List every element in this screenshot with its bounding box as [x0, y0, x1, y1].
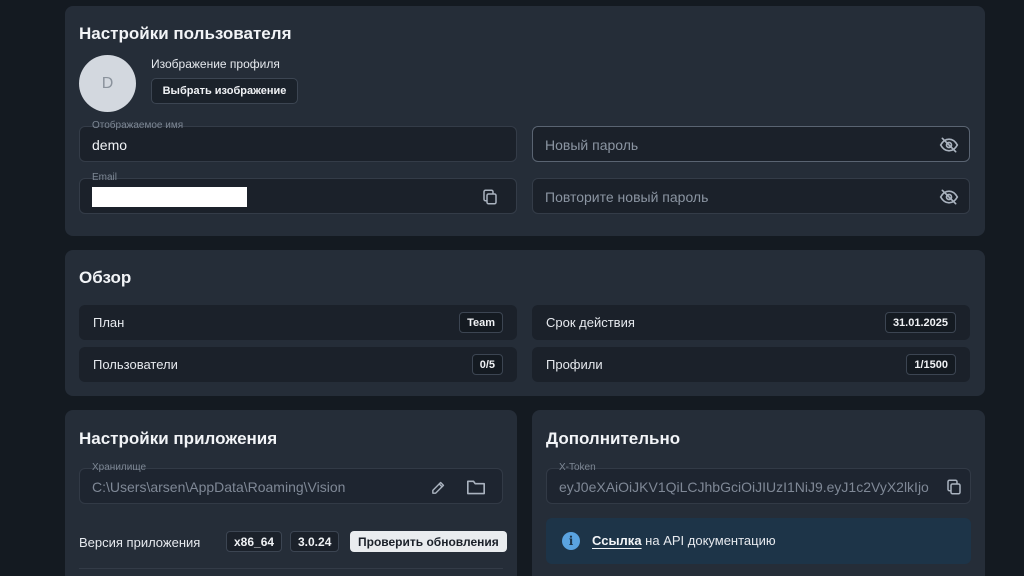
- app-version-label: Версия приложения: [79, 535, 201, 550]
- overview-row-plan: План Team: [79, 305, 517, 340]
- storage-legend: Хранилище: [92, 462, 146, 473]
- user-settings-title: Настройки пользователя: [79, 24, 292, 43]
- overview-row-expiry: Срок действия 31.01.2025: [532, 305, 970, 340]
- email-legend: Email: [92, 172, 118, 183]
- user-settings-card: Настройки пользователя D Изображение про…: [65, 6, 985, 236]
- new-password-field[interactable]: Новый пароль: [532, 126, 970, 162]
- overview-row-label: Пользователи: [93, 357, 178, 372]
- choose-image-button[interactable]: Выбрать изображение: [151, 78, 298, 104]
- eye-off-icon[interactable]: [939, 187, 959, 207]
- x-token-legend: X-Token: [559, 462, 596, 473]
- x-token-value: eyJ0eXAiOiJKV1QiLCJhbGciOiJIUzI1NiJ9.eyJ…: [559, 479, 929, 495]
- info-icon: i: [562, 532, 580, 550]
- email-redacted-value: [92, 187, 247, 207]
- storage-path-field[interactable]: Хранилище C:\Users\arsen\AppData\Roaming…: [79, 462, 503, 504]
- api-docs-info-text: Ссылка на API документацию: [592, 533, 776, 548]
- folder-icon[interactable]: [466, 477, 486, 497]
- overview-row-label: Срок действия: [546, 315, 635, 330]
- copy-icon[interactable]: [480, 187, 500, 207]
- version-badge: 3.0.24: [290, 531, 340, 552]
- api-docs-link[interactable]: Ссылка: [592, 533, 642, 548]
- display-name-value: demo: [92, 137, 128, 153]
- display-name-legend: Отображаемое имя: [92, 120, 184, 131]
- overview-row-label: Профили: [546, 357, 603, 372]
- api-docs-info-box: i Ссылка на API документацию: [546, 518, 971, 564]
- app-settings-card: Настройки приложения Хранилище C:\Users\…: [65, 410, 517, 576]
- repeat-password-field[interactable]: Повторите новый пароль: [532, 178, 970, 214]
- profiles-badge: 1/1500: [906, 354, 956, 375]
- overview-row-users: Пользователи 0/5: [79, 347, 517, 382]
- divider: [79, 568, 503, 569]
- edit-icon[interactable]: [428, 477, 448, 497]
- overview-row-profiles: Профили 1/1500: [532, 347, 970, 382]
- arch-badge: x86_64: [226, 531, 283, 552]
- email-field[interactable]: Email: [79, 172, 517, 214]
- overview-title: Обзор: [79, 268, 132, 287]
- profile-image-label: Изображение профиля: [151, 57, 280, 71]
- check-updates-button[interactable]: Проверить обновления: [350, 531, 507, 552]
- x-token-field[interactable]: X-Token eyJ0eXAiOiJKV1QiLCJhbGciOiJIUzI1…: [546, 462, 971, 504]
- users-badge: 0/5: [471, 354, 503, 375]
- expiry-badge: 31.01.2025: [884, 312, 956, 333]
- extra-title: Дополнительно: [546, 429, 681, 448]
- overview-card: Обзор План Team Срок действия 31.01.2025…: [65, 250, 985, 396]
- api-docs-text: на API документацию: [645, 533, 776, 548]
- avatar[interactable]: D: [79, 55, 136, 112]
- plan-badge: Team: [459, 312, 503, 333]
- app-settings-title: Настройки приложения: [79, 429, 278, 448]
- display-name-field[interactable]: Отображаемое имя demo: [79, 120, 517, 162]
- new-password-placeholder: Новый пароль: [545, 137, 639, 153]
- storage-path-value: C:\Users\arsen\AppData\Roaming\Vision: [92, 479, 346, 495]
- repeat-password-placeholder: Повторите новый пароль: [545, 189, 709, 205]
- copy-icon[interactable]: [944, 477, 964, 497]
- eye-off-icon[interactable]: [939, 135, 959, 155]
- extra-card: Дополнительно X-Token eyJ0eXAiOiJKV1QiLC…: [532, 410, 985, 576]
- overview-row-label: План: [93, 315, 125, 330]
